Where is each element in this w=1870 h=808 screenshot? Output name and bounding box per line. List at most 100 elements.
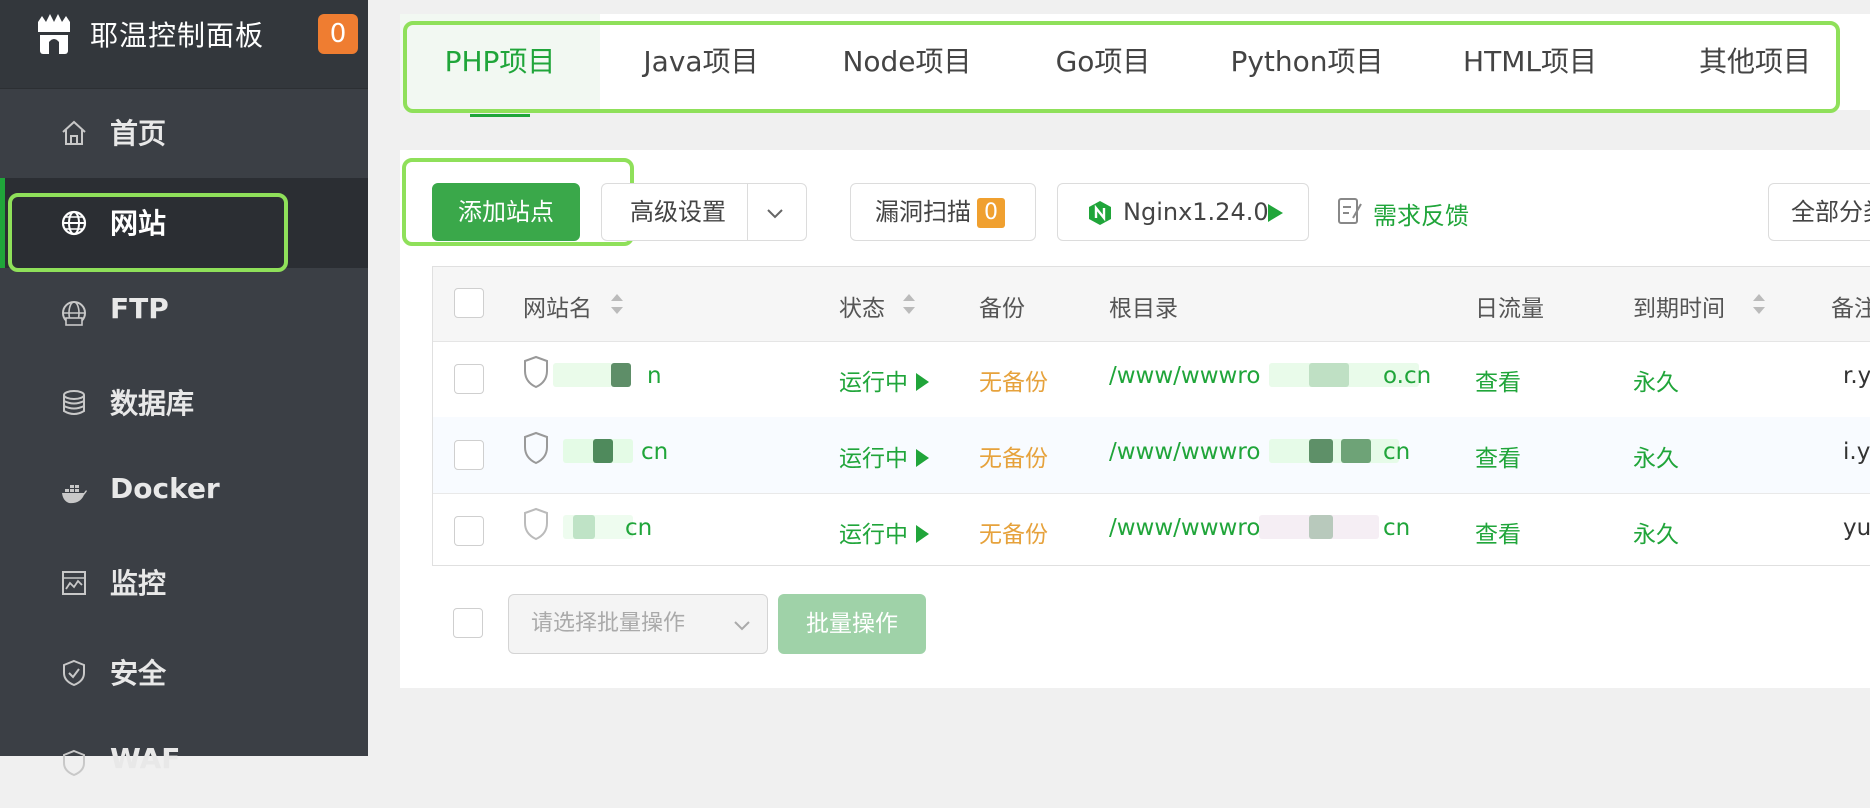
table-row: n 运行中 无备份 /www/wwwro o.cn 查看 永久 r.y — [433, 341, 1870, 418]
batch-operation-button[interactable]: 批量操作 — [778, 594, 926, 654]
sort-icon[interactable] — [609, 291, 625, 317]
chevron-down-icon[interactable] — [764, 202, 786, 224]
row-checkbox[interactable] — [454, 364, 484, 394]
highlight-box-website — [8, 193, 288, 272]
sidebar-item-label: Docker — [110, 472, 220, 505]
advanced-settings-label: 高级设置 — [630, 198, 726, 226]
feedback-label: 需求反馈 — [1373, 202, 1469, 230]
sidebar-item-waf[interactable]: WAF — [0, 718, 368, 808]
note-value[interactable]: r.y — [1843, 363, 1870, 389]
expire-value[interactable]: 永久 — [1633, 363, 1679, 397]
expire-value[interactable]: 永久 — [1633, 439, 1679, 473]
redacted-block — [573, 515, 595, 539]
root-dir-suffix: cn — [1383, 439, 1411, 465]
castle-logo-icon — [38, 14, 70, 54]
note-value[interactable]: i.y — [1843, 439, 1870, 465]
home-icon — [62, 120, 86, 145]
sidebar: 耶温控制面板 0 首页 网站 FTP 数据库 Docker 监控 安全 WAF — [0, 0, 368, 777]
brand-title: 耶温控制面板 — [90, 19, 265, 52]
play-icon — [1268, 204, 1283, 222]
brand-header: 耶温控制面板 0 — [0, 0, 368, 89]
vulnerability-scan-button[interactable]: 漏洞扫描 0 — [850, 183, 1036, 241]
backup-status[interactable]: 无备份 — [979, 439, 1048, 473]
batch-select-all-checkbox[interactable] — [453, 608, 483, 638]
header-label: 网站名 — [523, 296, 592, 322]
batch-operation-select[interactable]: 请选择批量操作 — [508, 594, 768, 654]
status-running[interactable]: 运行中 — [839, 515, 929, 549]
row-checkbox[interactable] — [454, 440, 484, 470]
header-expire[interactable]: 到期时间 — [1633, 289, 1765, 323]
monitor-icon — [62, 571, 86, 595]
table-row: cn 运行中 无备份 /www/wwwro cn 查看 永久 yu — [433, 493, 1870, 569]
status-label: 运行中 — [839, 446, 908, 472]
backup-status[interactable]: 无备份 — [979, 363, 1048, 397]
chevron-down-icon — [734, 621, 750, 631]
edit-note-icon — [1338, 198, 1362, 224]
nginx-button[interactable]: Nginx1.24.0 — [1057, 183, 1309, 241]
category-select[interactable]: 全部分类 — [1768, 183, 1870, 241]
root-dir-link[interactable]: /www/wwwro — [1109, 439, 1260, 465]
play-icon — [916, 373, 929, 391]
sort-icon[interactable] — [1751, 291, 1767, 317]
sidebar-item-database[interactable]: 数据库 — [0, 358, 368, 448]
sidebar-item-label: 安全 — [110, 657, 167, 690]
redacted-block — [553, 363, 613, 387]
redacted-block — [593, 439, 613, 463]
ftp-icon — [62, 301, 86, 326]
sidebar-item-label: 首页 — [110, 117, 167, 150]
site-shield-icon — [524, 431, 548, 465]
status-running[interactable]: 运行中 — [839, 363, 929, 397]
highlight-box-add-site — [402, 158, 634, 246]
site-name-link[interactable]: cn — [641, 439, 668, 465]
sidebar-item-label: 监控 — [110, 567, 167, 600]
scan-count-badge: 0 — [977, 198, 1005, 228]
status-running[interactable]: 运行中 — [839, 439, 929, 473]
note-value[interactable]: yu — [1843, 515, 1870, 541]
play-icon — [916, 449, 929, 467]
root-dir-link[interactable]: /www/wwwro — [1109, 363, 1260, 389]
redacted-block — [1269, 439, 1399, 463]
site-name-link[interactable]: n — [647, 363, 662, 389]
notification-badge[interactable]: 0 — [318, 14, 358, 54]
sort-icon[interactable] — [901, 291, 917, 317]
site-shield-icon — [524, 507, 548, 541]
sidebar-item-home[interactable]: 首页 — [0, 88, 368, 178]
root-dir-suffix: cn — [1383, 515, 1411, 541]
advanced-settings-button[interactable]: 高级设置 — [601, 183, 807, 241]
traffic-view-link[interactable]: 查看 — [1475, 363, 1521, 397]
play-icon — [916, 525, 929, 543]
root-dir-suffix: o.cn — [1383, 363, 1432, 389]
redacted-block — [1341, 439, 1371, 463]
status-label: 运行中 — [839, 522, 908, 548]
header-site-name[interactable]: 网站名 — [523, 289, 623, 323]
site-table: 网站名 状态 备份 根目录 日流量 到期时间 备注 n 运行中 无备份 /www… — [432, 266, 1870, 566]
highlight-box-tabs — [403, 21, 1840, 113]
nginx-version-label: Nginx1.24.0 — [1123, 198, 1269, 226]
expire-value[interactable]: 永久 — [1633, 515, 1679, 549]
header-traffic: 日流量 — [1475, 296, 1544, 322]
database-icon — [63, 390, 85, 415]
sidebar-item-security[interactable]: 安全 — [0, 628, 368, 718]
backup-status[interactable]: 无备份 — [979, 515, 1048, 549]
docker-icon — [62, 485, 87, 504]
active-tab-indicator — [470, 114, 530, 117]
traffic-view-link[interactable]: 查看 — [1475, 439, 1521, 473]
row-checkbox[interactable] — [454, 516, 484, 546]
nginx-icon — [1089, 201, 1111, 225]
sidebar-item-monitor[interactable]: 监控 — [0, 538, 368, 628]
site-name-link[interactable]: cn — [625, 515, 652, 541]
header-status[interactable]: 状态 — [839, 289, 915, 323]
sidebar-item-label: WAF — [110, 742, 181, 775]
status-label: 运行中 — [839, 370, 908, 396]
sidebar-item-label: FTP — [110, 292, 169, 325]
header-note: 备注 — [1831, 296, 1870, 322]
header-backup: 备份 — [979, 296, 1025, 322]
sidebar-item-ftp[interactable]: FTP — [0, 268, 368, 358]
button-divider — [747, 184, 748, 240]
sidebar-item-docker[interactable]: Docker — [0, 448, 368, 538]
select-all-checkbox[interactable] — [454, 288, 484, 318]
traffic-view-link[interactable]: 查看 — [1475, 515, 1521, 549]
header-label: 状态 — [839, 296, 885, 322]
root-dir-link[interactable]: /www/wwwro — [1109, 515, 1260, 541]
batch-placeholder: 请选择批量操作 — [531, 611, 686, 636]
